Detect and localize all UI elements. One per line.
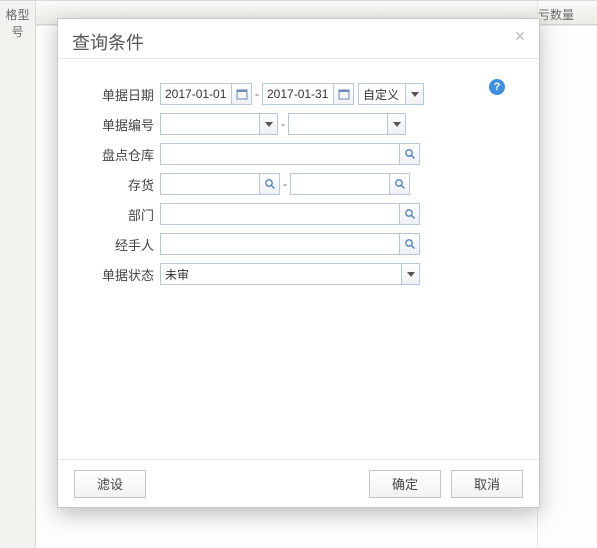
label-handler: 经手人 [88, 235, 160, 254]
grid-col-right-label: 亏数量 [538, 8, 574, 22]
search-icon[interactable] [400, 203, 420, 225]
dialog-footer: 滤设 确定 取消 [58, 459, 539, 507]
cancel-button[interactable]: 取消 [451, 470, 523, 498]
range-separator: - [278, 117, 288, 131]
range-separator: - [280, 177, 290, 191]
dialog-title: 查询条件 [72, 33, 144, 53]
warehouse-input[interactable] [160, 143, 400, 165]
status-select[interactable] [160, 263, 402, 285]
label-bill-no: 单据编号 [88, 115, 160, 134]
calendar-icon[interactable] [232, 83, 252, 105]
date-preset-select[interactable] [358, 83, 406, 105]
chevron-down-icon[interactable] [260, 113, 278, 135]
label-bill-date: 单据日期 [88, 85, 160, 104]
label-inventory: 存货 [88, 175, 160, 194]
search-icon[interactable] [260, 173, 280, 195]
filter-button[interactable]: 滤设 [74, 470, 146, 498]
dialog-title-bar: 查询条件 × [58, 19, 539, 59]
chevron-down-icon[interactable] [406, 83, 424, 105]
query-dialog: 查询条件 × ? 单据日期 - [57, 18, 540, 508]
label-status: 单据状态 [88, 265, 160, 284]
bill-no-to-input[interactable] [288, 113, 388, 135]
search-icon[interactable] [400, 233, 420, 255]
grid-col-right: 亏数量 [537, 1, 597, 548]
grid-col-left: 格型号 [0, 1, 36, 548]
date-from-input[interactable] [160, 83, 232, 105]
search-icon[interactable] [390, 173, 410, 195]
chevron-down-icon[interactable] [388, 113, 406, 135]
bill-no-from-input[interactable] [160, 113, 260, 135]
label-warehouse: 盘点仓库 [88, 145, 160, 164]
label-department: 部门 [88, 205, 160, 224]
dialog-body: ? 单据日期 - 单据编号 [58, 59, 539, 303]
inventory-to-input[interactable] [290, 173, 390, 195]
date-to-input[interactable] [262, 83, 334, 105]
range-separator: - [252, 87, 262, 101]
search-icon[interactable] [400, 143, 420, 165]
chevron-down-icon[interactable] [402, 263, 420, 285]
close-icon: × [515, 26, 526, 46]
inventory-from-input[interactable] [160, 173, 260, 195]
calendar-icon[interactable] [334, 83, 354, 105]
department-input[interactable] [160, 203, 400, 225]
handler-input[interactable] [160, 233, 400, 255]
close-button[interactable]: × [511, 29, 529, 47]
help-icon[interactable]: ? [489, 79, 505, 95]
ok-button[interactable]: 确定 [369, 470, 441, 498]
grid-col-left-label: 格型号 [5, 8, 29, 39]
